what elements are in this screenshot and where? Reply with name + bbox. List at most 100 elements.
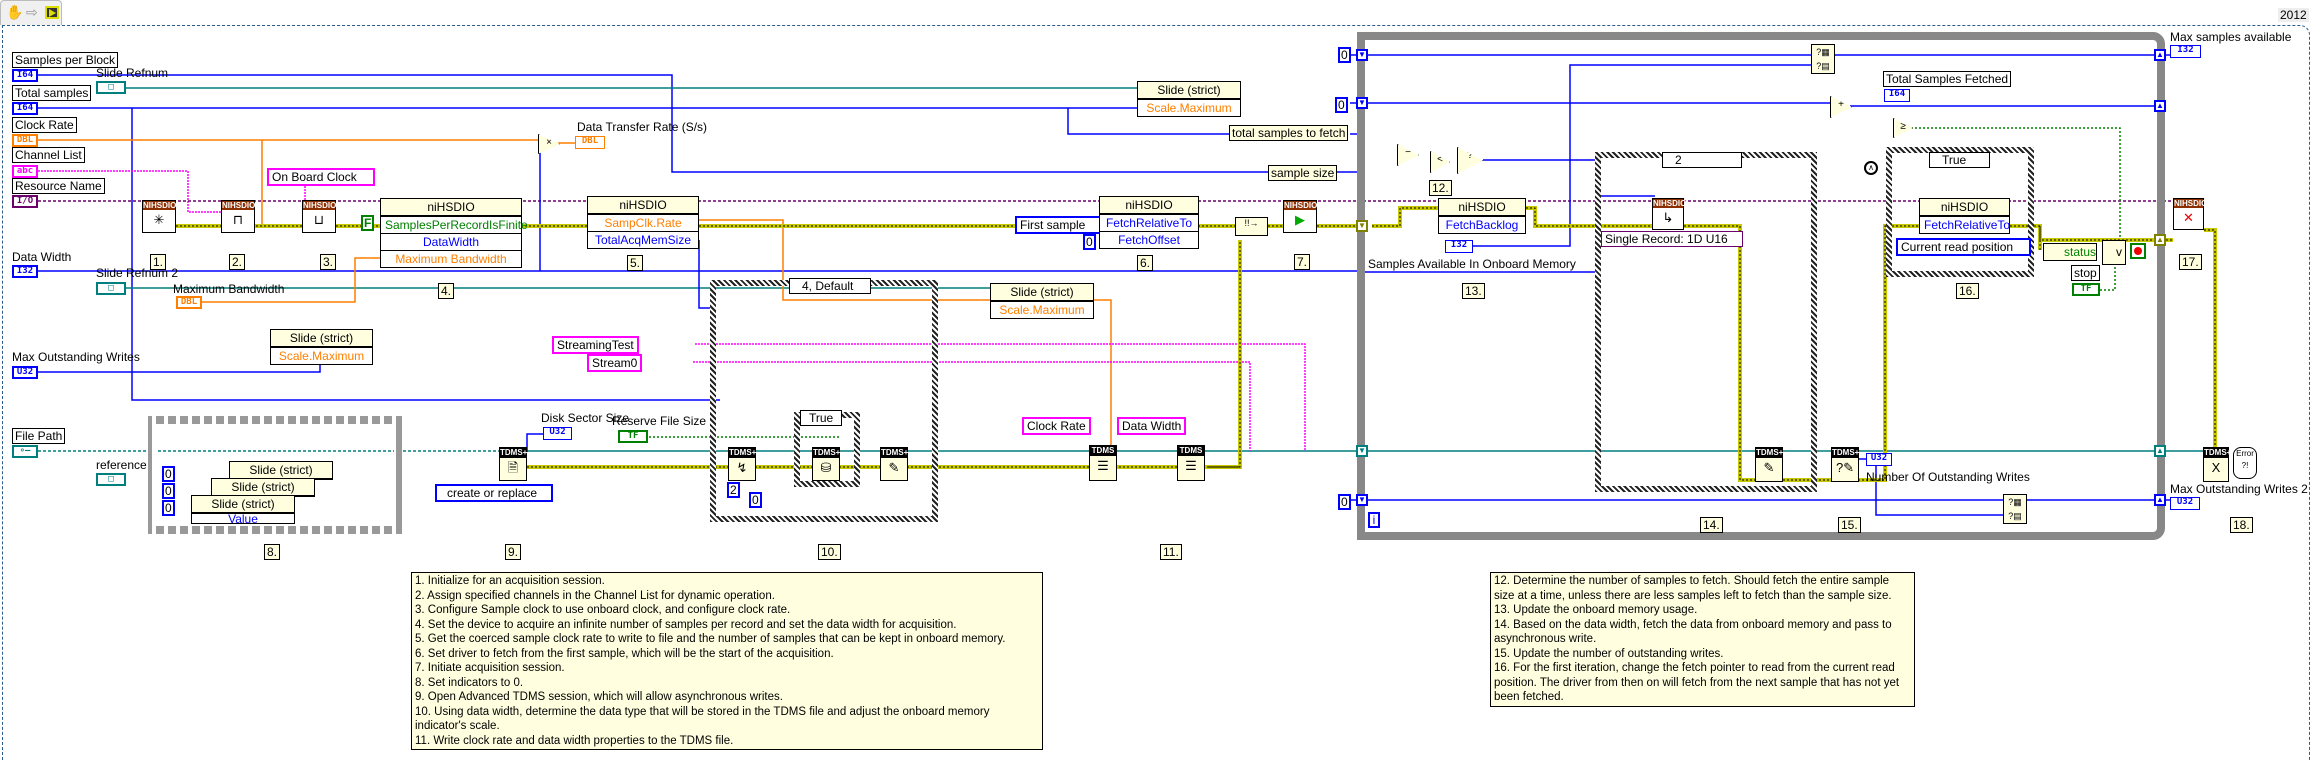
slide-refnum-label: Slide Refnum bbox=[96, 66, 169, 80]
shift-register-right-refnum[interactable]: ▲ bbox=[2154, 445, 2166, 457]
shift-register-right-error[interactable]: ▲ bbox=[2154, 234, 2166, 246]
stop-control[interactable]: TF bbox=[2072, 283, 2100, 296]
zero-constant-2[interactable]: 0 bbox=[162, 483, 175, 499]
resource-name-control[interactable]: I/O bbox=[12, 195, 38, 208]
channel-list-control[interactable]: abc bbox=[12, 165, 38, 178]
prop-fetch-backlog[interactable]: FetchBacklog bbox=[1439, 216, 1525, 233]
case-selector-step-14[interactable]: 2 bbox=[1662, 152, 1742, 168]
error-handler-icon[interactable]: Error?! bbox=[2233, 447, 2257, 479]
shift-register-init-1[interactable]: 0 bbox=[1338, 47, 1351, 63]
prop-fetch-relative-to[interactable]: FetchRelativeTo bbox=[1920, 216, 2010, 233]
max-build-node-bottom[interactable]: ?▦ ?▤ bbox=[2003, 494, 2027, 524]
group-name-constant[interactable]: StreamingTest bbox=[552, 336, 639, 354]
shift-register-init-2[interactable]: 0 bbox=[1335, 97, 1348, 113]
data-width-property-name[interactable]: Data Width bbox=[1117, 417, 1187, 435]
comment-line: 15. Update the number of outstanding wri… bbox=[1494, 647, 1724, 660]
prop-fetch-relative-to[interactable]: FetchRelativeTo bbox=[1100, 214, 1198, 231]
merge-errors-node[interactable]: !!→ bbox=[1235, 217, 1268, 236]
hsdio-assign-channels-node[interactable]: NIHSDIO ⊓ bbox=[221, 200, 255, 233]
reserve-file-size-control[interactable]: TF bbox=[618, 430, 648, 443]
local-sample-size[interactable]: sample size bbox=[1268, 165, 1338, 181]
tdms-reserve-file-node[interactable]: TDMS+ ⛁ bbox=[812, 447, 840, 481]
file-path-control[interactable]: ∘– bbox=[12, 445, 38, 458]
unbundle-status-node[interactable]: status bbox=[2043, 243, 2097, 261]
hsdio-init-acquisition-node[interactable]: NIHSDIO ✳ bbox=[142, 200, 176, 233]
maximum-bandwidth-control[interactable]: DBL bbox=[176, 296, 202, 309]
zero-constant-3[interactable]: 0 bbox=[162, 500, 175, 516]
property-node-step-13[interactable]: niHSDIO FetchBacklog bbox=[1438, 198, 1526, 234]
max-outstanding-writes-control[interactable]: U32 bbox=[12, 366, 38, 379]
slide-refnum-control[interactable]: □ bbox=[96, 81, 126, 94]
zero-constant-1[interactable]: 0 bbox=[162, 466, 175, 482]
total-samples-control[interactable]: I64 bbox=[12, 102, 38, 115]
fetch-icon: ↳ bbox=[1662, 210, 1674, 225]
max-build-node-top[interactable]: ?▦ ?▤ bbox=[1811, 44, 1835, 74]
shift-register-right-1[interactable]: ▲ bbox=[2154, 49, 2166, 61]
prop-samp-clk-rate[interactable]: SampClk.Rate bbox=[588, 214, 698, 231]
tdms-set-channel-info-node[interactable]: TDMS+ ✎ bbox=[880, 447, 908, 481]
prop-scale-maximum[interactable]: Scale.Maximum bbox=[271, 347, 372, 364]
samples-per-block-control[interactable]: I64 bbox=[12, 69, 38, 82]
reference-control[interactable]: □ bbox=[96, 473, 126, 486]
hsdio-configure-clock-node[interactable]: NIHSDIO ⊔ bbox=[302, 200, 336, 233]
case-selector-step-10[interactable]: 4, Default bbox=[789, 278, 871, 294]
fetch-relative-to-ring[interactable]: First sample bbox=[1015, 216, 1102, 234]
shift-register-init-3[interactable]: 0 bbox=[1338, 494, 1351, 510]
tdms-get-async-writes-node[interactable]: TDMS+ ?✎ bbox=[1831, 447, 1859, 482]
property-node-step-16[interactable]: niHSDIO FetchRelativeTo bbox=[1919, 198, 2010, 234]
prop-fetch-offset[interactable]: FetchOffset bbox=[1100, 231, 1198, 248]
step-label-12: 12. bbox=[1429, 180, 1452, 196]
tdms-advanced-open-node[interactable]: TDMS+ 🗎 bbox=[499, 447, 527, 481]
slide-value-node-3[interactable]: Slide (strict) Value bbox=[191, 495, 295, 524]
property-node-step-6[interactable]: niHSDIO FetchRelativeTo FetchOffset bbox=[1099, 196, 1199, 249]
prop-total-acq-mem-size[interactable]: TotalAcqMemSize bbox=[588, 231, 698, 248]
tdms-set-properties-node-2[interactable]: TDMS ☰ bbox=[1177, 445, 1205, 481]
slide-property-node-case[interactable]: Slide (strict) Scale.Maximum bbox=[990, 283, 1094, 319]
shift-register-left-refnum[interactable]: ▼ bbox=[1356, 445, 1368, 457]
shift-register-left-2[interactable]: ▼ bbox=[1356, 97, 1368, 109]
shift-register-right-2[interactable]: ▲ bbox=[2154, 100, 2166, 112]
inner-case-selector[interactable]: True bbox=[800, 410, 843, 426]
channel-name-constant[interactable]: Stream0 bbox=[587, 354, 643, 372]
tdms-async-write-node[interactable]: TDMS+ ✎ bbox=[1755, 447, 1783, 482]
prop-maximum-bandwidth[interactable]: Maximum Bandwidth bbox=[381, 250, 521, 267]
prop-value[interactable]: Value bbox=[192, 513, 294, 523]
slide-refnum-2-control[interactable]: □ bbox=[96, 282, 126, 295]
fetch-offset-constant[interactable]: 0 bbox=[1083, 234, 1096, 250]
shift-register-left-1[interactable]: ▼ bbox=[1356, 49, 1368, 61]
stop-condition-terminal[interactable] bbox=[2130, 243, 2146, 259]
shift-register-left-3[interactable]: ▼ bbox=[1356, 494, 1368, 506]
hsdio-initiate-node[interactable]: NIHSDIO ▶ bbox=[1283, 200, 1317, 233]
tdms-set-properties-node-1[interactable]: TDMS ☰ bbox=[1089, 445, 1117, 481]
slide-property-node-max-writes[interactable]: Slide (strict) Scale.Maximum bbox=[270, 329, 373, 365]
hsdio-fetch-node[interactable]: NIHSDIO ↳ bbox=[1652, 198, 1686, 230]
case-selector-step-16[interactable]: True bbox=[1929, 152, 1990, 168]
properties-icon: ☰ bbox=[1097, 458, 1109, 473]
tdms-reserve-node[interactable]: TDMS+ ↯ bbox=[728, 447, 756, 481]
prop-scale-maximum[interactable]: Scale.Maximum bbox=[1138, 99, 1240, 116]
property-node-step-5[interactable]: niHSDIO SampClk.Rate TotalAcqMemSize bbox=[587, 196, 699, 249]
clock-rate-control[interactable]: DBL bbox=[12, 134, 38, 147]
step-label-10: 10. bbox=[818, 544, 841, 560]
current-read-position-ring[interactable]: Current read position bbox=[1896, 238, 2032, 256]
clock-rate-property-name[interactable]: Clock Rate bbox=[1022, 417, 1091, 435]
hsdio-close-node[interactable]: NIHSDIO ✕ bbox=[2173, 198, 2207, 230]
file-operation-ring[interactable]: create or replace bbox=[435, 484, 554, 502]
prop-scale-maximum[interactable]: Scale.Maximum bbox=[991, 301, 1093, 318]
local-total-samples-to-fetch[interactable]: total samples to fetch bbox=[1229, 125, 1349, 141]
clock-source-ring[interactable]: On Board Clock bbox=[267, 168, 375, 186]
comment-line: 4. Set the device to acquire an infinite… bbox=[415, 618, 957, 631]
two-constant[interactable]: 2 bbox=[727, 482, 740, 498]
fetch-type-ring[interactable]: Single Record: 1D U16 bbox=[1601, 231, 1743, 247]
shift-register-left-error[interactable]: ▼ bbox=[1356, 220, 1368, 232]
tdms-close-node[interactable]: TDMS+ X bbox=[2203, 447, 2231, 482]
zero-constant-case[interactable]: 0 bbox=[749, 492, 762, 508]
or-node[interactable]: v bbox=[2102, 240, 2126, 265]
property-node-step-4[interactable]: niHSDIO SamplesPerRecordIsFinite DataWid… bbox=[380, 198, 528, 268]
false-constant[interactable]: F bbox=[361, 215, 375, 231]
prop-samples-per-record-finite[interactable]: SamplesPerRecordIsFinite bbox=[381, 216, 528, 233]
data-width-control[interactable]: I32 bbox=[12, 265, 38, 278]
prop-data-width[interactable]: DataWidth bbox=[381, 233, 521, 250]
shift-register-right-3[interactable]: ▲ bbox=[2154, 494, 2166, 506]
slide-property-node-top[interactable]: Slide (strict) Scale.Maximum bbox=[1137, 81, 1241, 117]
